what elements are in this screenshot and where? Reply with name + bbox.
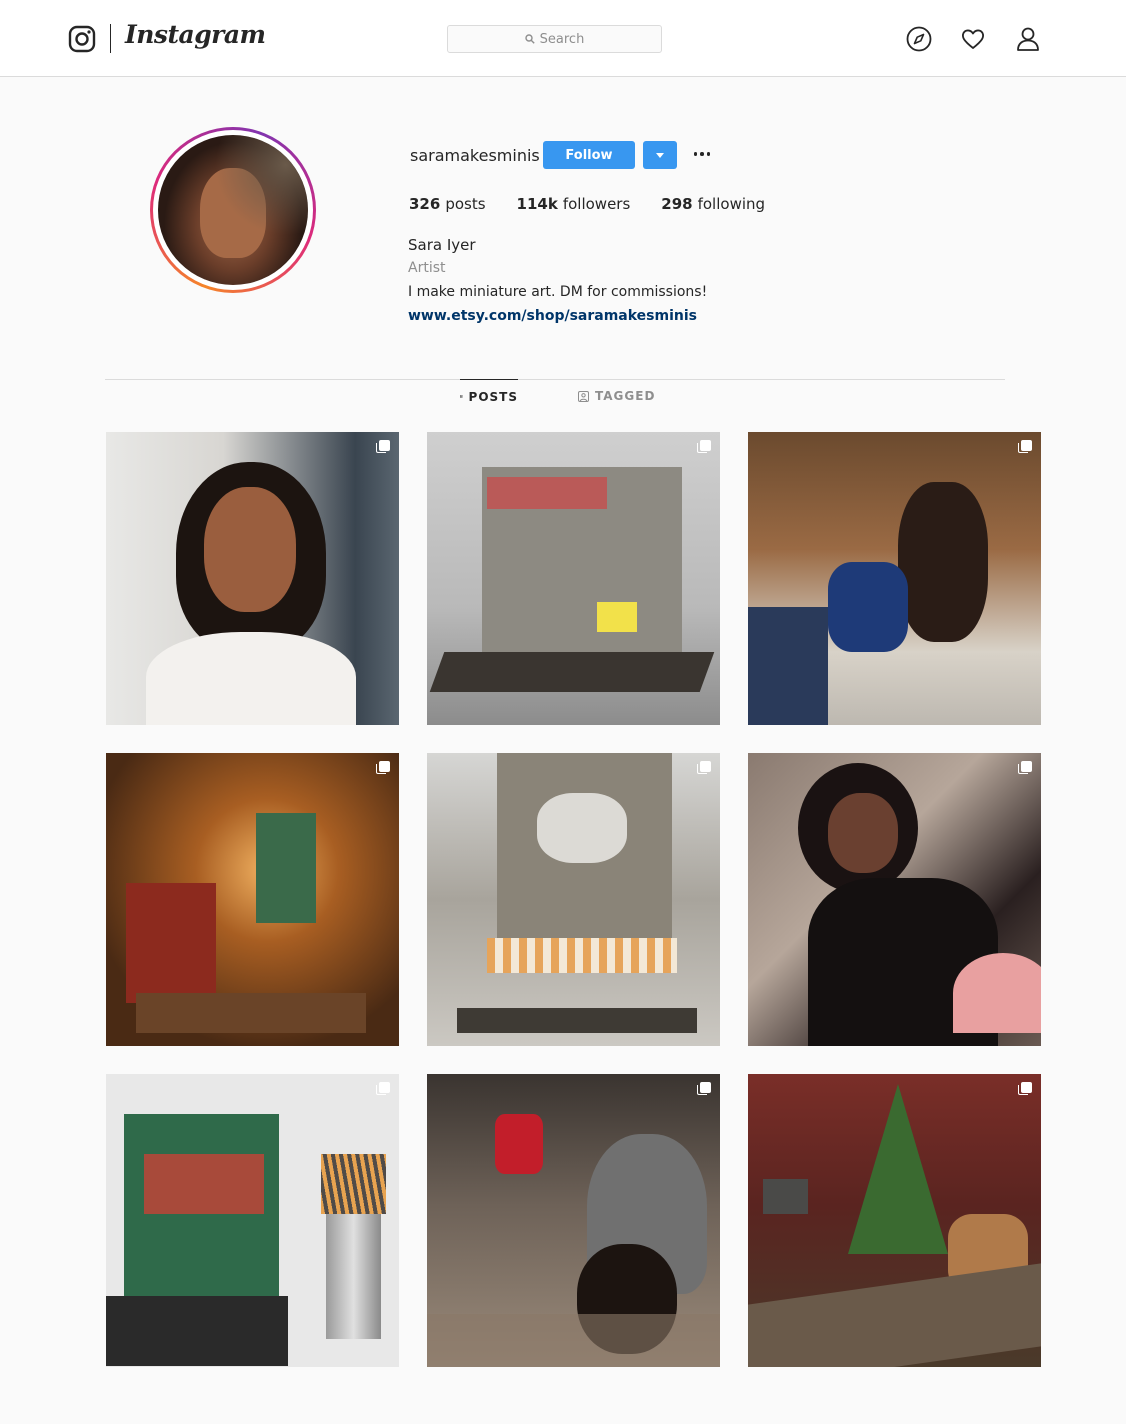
grid-icon — [460, 395, 463, 398]
chevron-down-icon — [656, 152, 664, 158]
following-stat[interactable]: 298 following — [661, 195, 765, 213]
post-thumbnail[interactable] — [106, 432, 399, 725]
followers-stat[interactable]: 114k followers — [517, 195, 631, 213]
multiple-photos-icon — [1018, 1082, 1032, 1096]
post-thumbnail[interactable] — [106, 1074, 399, 1367]
tab-posts[interactable]: POSTS — [460, 379, 518, 413]
profile-category: Artist — [408, 260, 446, 276]
profile-avatar-ring[interactable] — [150, 127, 316, 293]
multiple-photos-icon — [1018, 761, 1032, 775]
profile-username: saramakesminis — [410, 146, 540, 165]
tab-tagged[interactable]: TAGGED — [578, 379, 655, 413]
tab-tagged-label: TAGGED — [595, 389, 656, 403]
profile-website-link[interactable]: www.etsy.com/shop/saramakesminis — [408, 308, 697, 324]
multiple-photos-icon — [697, 761, 711, 775]
post-thumbnail[interactable] — [427, 1074, 720, 1367]
post-thumbnail[interactable] — [748, 753, 1041, 1046]
avatar-frame — [153, 130, 313, 290]
more-options-button[interactable] — [690, 142, 714, 166]
multiple-photos-icon — [376, 1082, 390, 1096]
explore-compass-icon[interactable] — [906, 26, 932, 52]
profile-icon[interactable] — [1015, 26, 1041, 52]
posts-count: 326 — [409, 195, 441, 213]
instagram-wordmark[interactable]: Instagram — [125, 20, 266, 49]
multiple-photos-icon — [697, 440, 711, 454]
suggested-accounts-dropdown-button[interactable] — [643, 141, 677, 169]
posts-label: posts — [445, 195, 486, 213]
tab-posts-label: POSTS — [468, 389, 518, 404]
search-box[interactable]: Search — [447, 25, 662, 53]
post-thumbnail[interactable] — [748, 1074, 1041, 1367]
multiple-photos-icon — [376, 761, 390, 775]
profile-bio: I make miniature art. DM for commissions… — [408, 284, 708, 300]
more-dot-icon — [700, 152, 704, 156]
multiple-photos-icon — [697, 1082, 711, 1096]
followers-label: followers — [562, 195, 631, 213]
profile-stats: 326 posts 114k followers 298 following — [409, 195, 796, 213]
top-navigation-bar: Instagram Search — [0, 0, 1126, 77]
avatar — [158, 135, 308, 285]
followers-count: 114k — [516, 195, 558, 213]
multiple-photos-icon — [1018, 440, 1032, 454]
posts-stat: 326 posts — [409, 195, 486, 213]
search-icon — [524, 34, 535, 44]
search-placeholder: Search — [539, 31, 585, 47]
logo-divider — [110, 24, 111, 53]
heart-icon[interactable] — [960, 26, 986, 52]
post-thumbnail[interactable] — [427, 432, 720, 725]
more-dot-icon — [706, 152, 711, 156]
more-dot-icon — [693, 152, 698, 156]
tagged-icon — [578, 390, 589, 402]
follow-button[interactable]: Follow — [543, 141, 635, 169]
instagram-logo-icon[interactable] — [68, 25, 96, 53]
following-label: following — [697, 195, 766, 213]
post-thumbnail[interactable] — [427, 753, 720, 1046]
post-thumbnail[interactable] — [106, 753, 399, 1046]
following-count: 298 — [661, 195, 693, 213]
multiple-photos-icon — [376, 440, 390, 454]
tabs-divider — [105, 379, 1005, 380]
profile-full-name: Sara Iyer — [408, 236, 476, 254]
post-thumbnail[interactable] — [748, 432, 1041, 725]
